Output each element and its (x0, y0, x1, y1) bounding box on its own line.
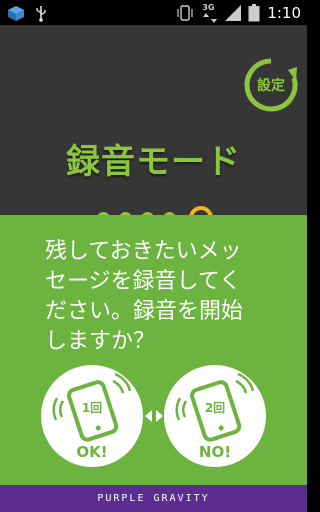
status-left (6, 4, 56, 26)
ok-label: OK! (76, 443, 108, 461)
usb-icon (34, 4, 48, 26)
network-type-label: 3G (202, 2, 215, 12)
settings-label: 設定 (257, 78, 285, 94)
status-bar: 3G 1:10 (0, 0, 307, 25)
signal-icon (225, 4, 242, 21)
app-notification-icon (8, 6, 24, 21)
footer-bar: PURPLE GRAVITY (0, 485, 307, 512)
prompt-line: セージを録音してく (45, 269, 242, 294)
status-right: 3G 1:10 (175, 0, 301, 25)
prompt-panel: 残しておきたいメッ セージを録音してく ださい。録音を開始 しますか？ 1回 O… (0, 215, 307, 485)
no-label: NO! (198, 443, 232, 461)
swap-arrows-icon (145, 410, 163, 422)
no-button[interactable]: 2回 NO! (164, 365, 266, 467)
vibrate-icon (177, 4, 193, 21)
status-time: 1:10 (267, 3, 301, 22)
prompt-text: 残しておきたいメッ セージを録音してく ださい。録音を開始 しますか？ (45, 237, 307, 357)
header-panel: 設定 録音モード (0, 25, 307, 230)
prompt-line: 残しておきたいメッ (45, 239, 242, 264)
network-type-icon: 3G (202, 3, 218, 23)
prompt-line: しますか？ (45, 329, 156, 354)
prompt-line: ださい。録音を開始 (45, 299, 244, 324)
battery-icon (248, 3, 260, 21)
brand-logo: PURPLE GRAVITY (97, 493, 210, 504)
mode-title: 録音モード (66, 142, 241, 182)
settings-button[interactable]: 設定 (242, 56, 300, 114)
ok-count-label: 1回 (81, 401, 103, 415)
no-count-label: 2回 (204, 401, 226, 415)
ok-button[interactable]: 1回 OK! (41, 365, 143, 467)
